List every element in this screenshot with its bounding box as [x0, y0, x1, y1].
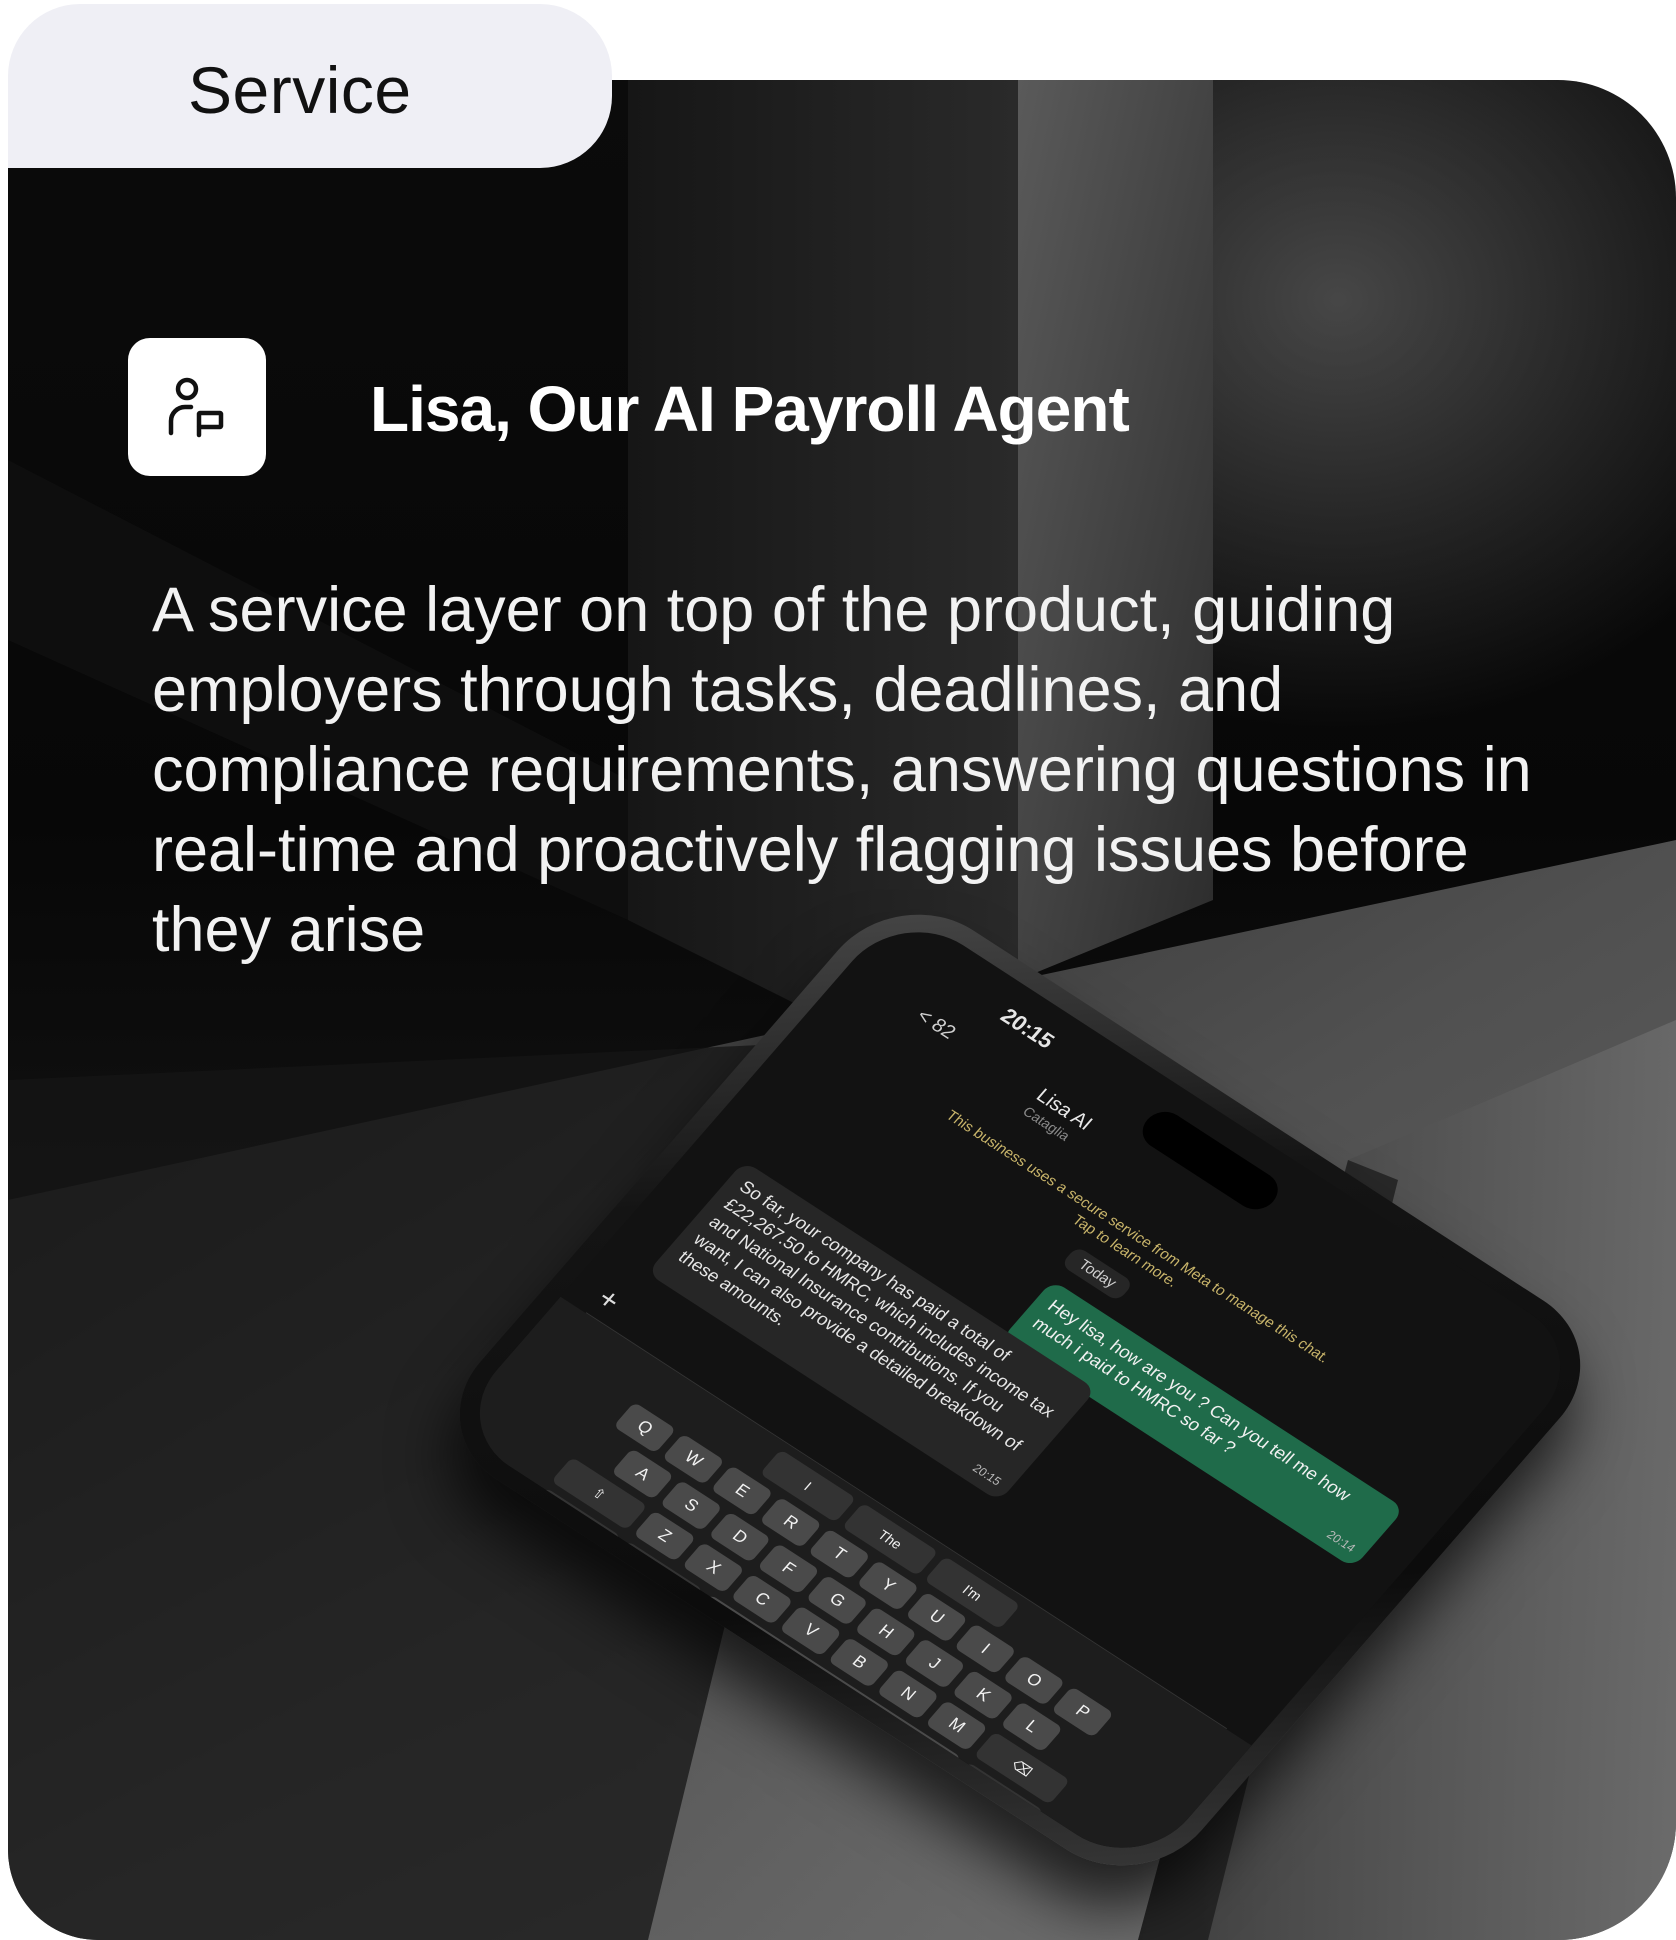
outgoing-message-time: 20:14 [1323, 1527, 1359, 1555]
back-button[interactable]: < 82 [912, 1005, 960, 1044]
agent-icon-box [128, 338, 266, 476]
incoming-message-time: 20:15 [969, 1461, 1005, 1489]
agent-title: Lisa, Our AI Payroll Agent [370, 373, 1130, 445]
plus-icon[interactable]: + [590, 1283, 627, 1318]
service-tab[interactable]: Service [8, 4, 612, 168]
user-chat-icon [168, 377, 224, 438]
service-tab-label: Service [188, 53, 412, 127]
dynamic-island [1134, 1104, 1287, 1217]
status-time: 20:15 [995, 1003, 1060, 1054]
agent-description: A service layer on top of the product, g… [152, 575, 1532, 965]
